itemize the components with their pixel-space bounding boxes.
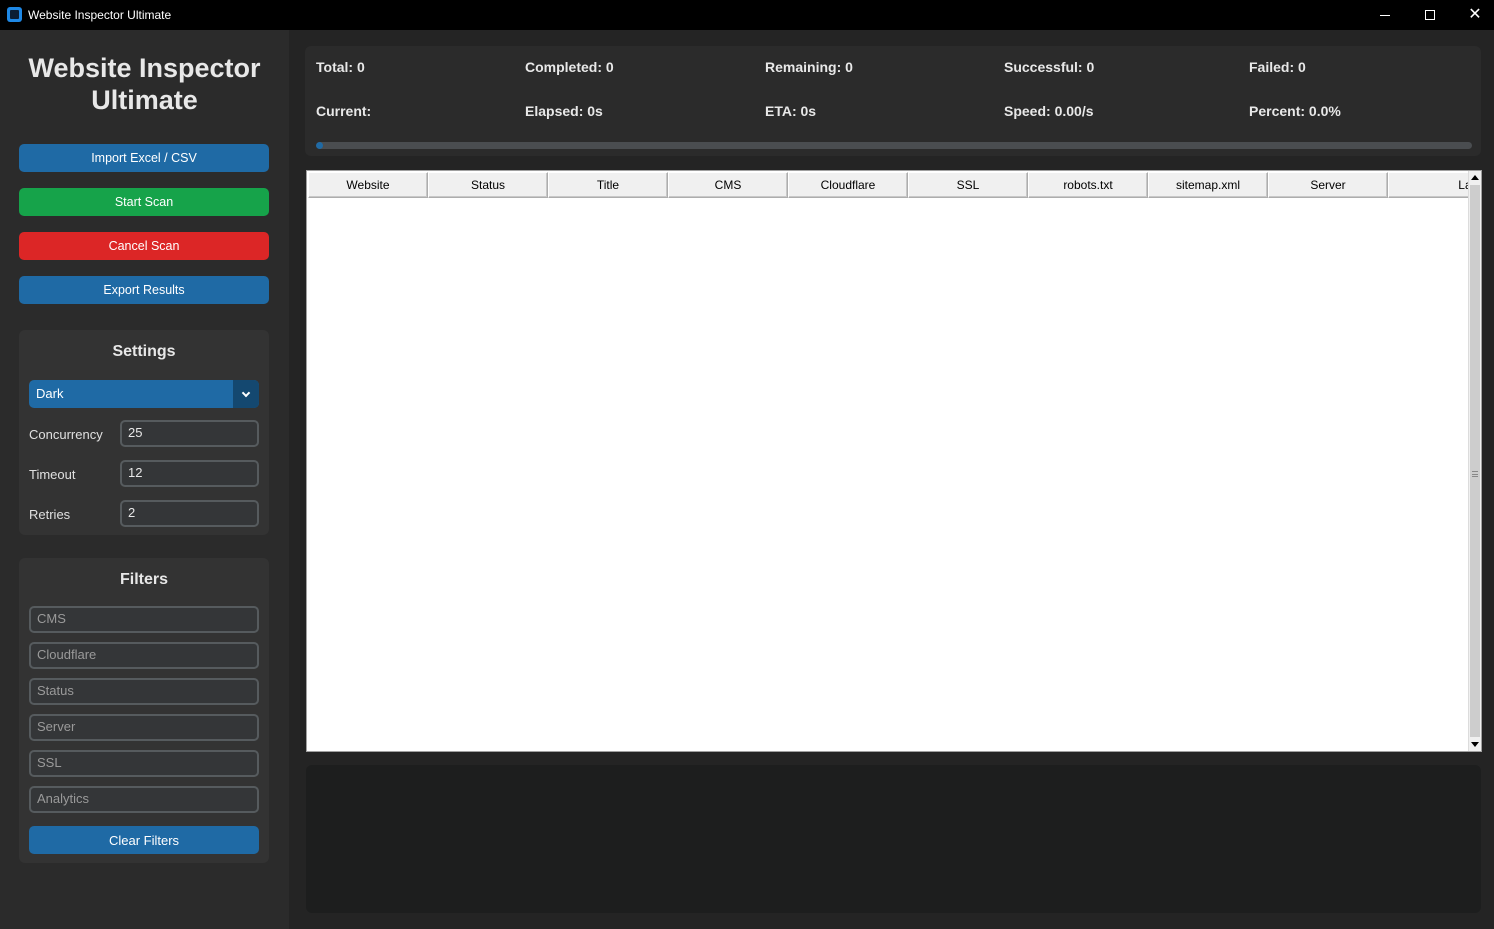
stat-percent: Percent: 0.0%	[1249, 103, 1341, 119]
settings-panel: Settings Dark Concurrency 25 Timeout 12 …	[19, 330, 269, 535]
close-icon: ✕	[1468, 6, 1482, 23]
scroll-up-button[interactable]	[1469, 171, 1481, 184]
export-results-button[interactable]: Export Results	[19, 276, 269, 304]
theme-dropdown-toggle[interactable]	[233, 380, 259, 408]
window-title: Website Inspector Ultimate	[28, 8, 172, 22]
minimize-icon	[1380, 14, 1390, 16]
arrow-down-icon	[1471, 742, 1479, 747]
app-title: Website Inspector Ultimate	[0, 52, 289, 116]
maximize-button[interactable]	[1407, 0, 1453, 30]
column-header-title[interactable]: Title	[548, 172, 668, 198]
app-icon	[7, 7, 22, 22]
filters-title: Filters	[119, 571, 168, 588]
stat-elapsed: Elapsed: 0s	[525, 103, 603, 119]
retries-input[interactable]: 2	[120, 500, 259, 527]
column-header-status[interactable]: Status	[428, 172, 548, 198]
theme-dropdown[interactable]: Dark	[29, 380, 259, 408]
results-table[interactable]: Website Status Title CMS Cloudflare SSL …	[306, 170, 1482, 752]
stat-current: Current:	[316, 103, 372, 119]
filter-cms-input[interactable]: CMS	[29, 606, 259, 633]
column-header-website[interactable]: Website	[308, 172, 428, 198]
settings-title: Settings	[112, 343, 176, 360]
column-header-server[interactable]: Server	[1268, 172, 1388, 198]
filter-analytics-input[interactable]: Analytics	[29, 786, 259, 813]
scrollbar-thumb[interactable]	[1470, 185, 1480, 737]
cancel-scan-button[interactable]: Cancel Scan	[19, 232, 269, 260]
progress-bar-fill	[316, 142, 323, 149]
column-header-robots[interactable]: robots.txt	[1028, 172, 1148, 198]
log-output[interactable]	[306, 765, 1481, 913]
column-header-cloudflare[interactable]: Cloudflare	[788, 172, 908, 198]
filter-ssl-input[interactable]: SSL	[29, 750, 259, 777]
concurrency-label: Concurrency	[29, 427, 103, 442]
minimize-button[interactable]	[1362, 0, 1408, 30]
chevron-down-icon	[241, 388, 251, 397]
theme-dropdown-value: Dark	[36, 386, 64, 401]
stat-successful: Successful: 0	[1004, 59, 1095, 75]
filters-panel: Filters CMS Cloudflare Status Server SSL…	[19, 558, 269, 863]
stat-total: Total: 0	[316, 59, 365, 75]
maximize-icon	[1425, 10, 1435, 20]
timeout-label: Timeout	[29, 467, 76, 482]
stat-eta: ETA: 0s	[765, 103, 817, 119]
import-button[interactable]: Import Excel / CSV	[19, 144, 269, 172]
grip-icon	[1472, 471, 1478, 477]
clear-filters-button[interactable]: Clear Filters	[29, 826, 259, 854]
column-header-language[interactable]: Languag	[1388, 172, 1469, 198]
window-titlebar: Website Inspector Ultimate ✕	[0, 0, 1494, 30]
app-title-text: Website Inspector Ultimate	[28, 53, 261, 115]
filter-server-input[interactable]: Server	[29, 714, 259, 741]
concurrency-input[interactable]: 25	[120, 420, 259, 447]
sidebar: Website Inspector Ultimate Import Excel …	[0, 30, 289, 929]
stat-failed: Failed: 0	[1249, 59, 1306, 75]
table-vertical-scrollbar[interactable]	[1468, 171, 1481, 751]
stat-speed: Speed: 0.00/s	[1004, 103, 1094, 119]
stat-completed: Completed: 0	[525, 59, 614, 75]
column-header-ssl[interactable]: SSL	[908, 172, 1028, 198]
arrow-up-icon	[1471, 175, 1479, 180]
column-header-cms[interactable]: CMS	[668, 172, 788, 198]
table-header: Website Status Title CMS Cloudflare SSL …	[308, 172, 1469, 198]
close-window-button[interactable]: ✕	[1452, 0, 1494, 30]
stat-remaining: Remaining: 0	[765, 59, 853, 75]
timeout-input[interactable]: 12	[120, 460, 259, 487]
scroll-down-button[interactable]	[1469, 738, 1481, 751]
start-scan-button[interactable]: Start Scan	[19, 188, 269, 216]
stats-panel: Total: 0 Completed: 0 Remaining: 0 Succe…	[305, 46, 1481, 156]
column-header-sitemap[interactable]: sitemap.xml	[1148, 172, 1268, 198]
progress-bar	[316, 142, 1472, 149]
filter-status-input[interactable]: Status	[29, 678, 259, 705]
retries-label: Retries	[29, 507, 71, 522]
filter-cloudflare-input[interactable]: Cloudflare	[29, 642, 259, 669]
